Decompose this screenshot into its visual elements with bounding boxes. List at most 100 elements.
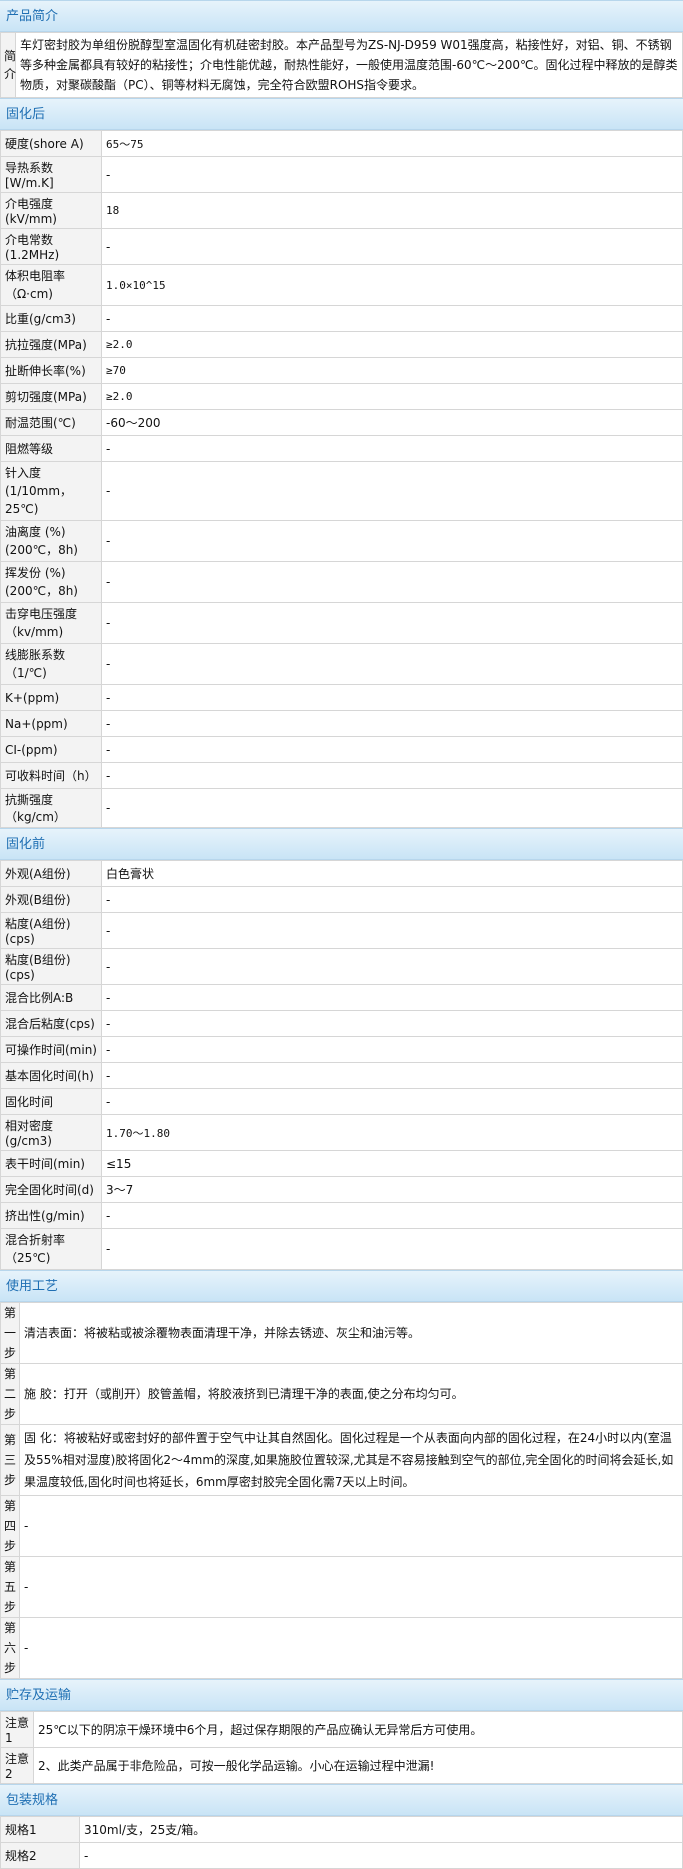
- table-row: 第五步 -: [0, 1556, 683, 1618]
- property-value: -: [101, 520, 683, 562]
- table-row: 体积电阻率（Ω·cm) 1.0×10^15: [0, 264, 683, 306]
- property-label: K+(ppm): [0, 684, 102, 711]
- property-value: 1.70～1.80: [101, 1114, 683, 1151]
- property-label: 介电强度(kV/mm): [0, 192, 102, 229]
- table-row: 第一步 清洁表面：将被粘或被涂覆物表面清理干净，并除去锈迹、灰尘和油污等。: [0, 1302, 683, 1364]
- property-value: -: [101, 736, 683, 763]
- table-row: 混合折射率（25℃) -: [0, 1228, 683, 1270]
- step-text: -: [19, 1556, 683, 1618]
- step-text: 固 化：将被粘好或密封好的部件置于空气中让其自然固化。固化过程是一个从表面向内部…: [19, 1424, 683, 1496]
- table-row: 规格1 310ml/支，25支/箱。: [0, 1816, 683, 1843]
- property-value: -60～200: [101, 409, 683, 436]
- property-value: 3～7: [101, 1176, 683, 1203]
- intro-label: 简介: [0, 32, 16, 98]
- property-value: -: [101, 1202, 683, 1229]
- table-row: 第六步 -: [0, 1617, 683, 1679]
- property-label: 完全固化时间(d): [0, 1176, 102, 1203]
- table-row: 抗拉强度(MPa) ≥2.0: [0, 331, 683, 358]
- table-row: Na+(ppm) -: [0, 710, 683, 737]
- property-value: -: [101, 461, 683, 521]
- property-value: ≥2.0: [101, 383, 683, 410]
- table-row: 粘度(B组份)(cps) -: [0, 948, 683, 985]
- intro-row: 简介 车灯密封胶为单组份脱醇型室温固化有机硅密封胶。本产品型号为ZS-NJ-D9…: [0, 32, 683, 98]
- table-row: 混合后粘度(cps) -: [0, 1010, 683, 1037]
- table-row: 固化时间 -: [0, 1088, 683, 1115]
- property-label: Na+(ppm): [0, 710, 102, 737]
- intro-text: 车灯密封胶为单组份脱醇型室温固化有机硅密封胶。本产品型号为ZS-NJ-D959 …: [15, 32, 683, 98]
- property-label: 外观(B组份): [0, 886, 102, 913]
- step-text: 施 胶：打开（或削开）胶管盖帽，将胶液挤到已清理干净的表面,使之分布均匀可。: [19, 1363, 683, 1425]
- table-row: 注意1 25℃以下的阴凉干燥环境中6个月，超过保存期限的产品应确认无异常后方可使用…: [0, 1711, 683, 1748]
- step-label: 第五步: [0, 1556, 20, 1618]
- property-label: 粘度(B组份)(cps): [0, 948, 102, 985]
- property-value: -: [101, 602, 683, 644]
- table-row: 击穿电压强度（kv/mm) -: [0, 602, 683, 644]
- property-value: -: [101, 684, 683, 711]
- property-value: -: [101, 1062, 683, 1089]
- table-row: 硬度(shore A) 65～75: [0, 130, 683, 157]
- property-label: 基本固化时间(h): [0, 1062, 102, 1089]
- step-label: 第二步: [0, 1363, 20, 1425]
- property-value: ≥70: [101, 357, 683, 384]
- property-value: -: [101, 156, 683, 193]
- property-value: -: [101, 1010, 683, 1037]
- property-value: -: [101, 912, 683, 949]
- section-header-after: 固化后: [0, 98, 683, 130]
- table-row: 可操作时间(min) -: [0, 1036, 683, 1063]
- section-header-package: 包装规格: [0, 1784, 683, 1816]
- property-label: 针入度 (1/10mm，25℃): [0, 461, 102, 521]
- table-row: K+(ppm) -: [0, 684, 683, 711]
- property-value: 18: [101, 192, 683, 229]
- property-value: ≥2.0: [101, 331, 683, 358]
- property-label: 击穿电压强度（kv/mm): [0, 602, 102, 644]
- before-cure-table: 外观(A组份) 白色膏状 外观(B组份) - 粘度(A组份)(cps) - 粘度(B组…: [0, 860, 683, 1270]
- section-header-before: 固化前: [0, 828, 683, 860]
- property-value: -: [101, 710, 683, 737]
- property-label: 相对密度(g/cm3): [0, 1114, 102, 1151]
- table-row: 抗撕强度（kg/cm） -: [0, 788, 683, 828]
- table-row: 介电常数(1.2MHz) -: [0, 228, 683, 265]
- property-label: 固化时间: [0, 1088, 102, 1115]
- section-header-process: 使用工艺: [0, 1270, 683, 1302]
- table-row: 粘度(A组份)(cps) -: [0, 912, 683, 949]
- table-row: 扯断伸长率(%) ≥70: [0, 357, 683, 384]
- table-row: CI-(ppm) -: [0, 736, 683, 763]
- table-row: 基本固化时间(h) -: [0, 1062, 683, 1089]
- property-label: CI-(ppm): [0, 736, 102, 763]
- property-label: 可收料时间（h）: [0, 762, 102, 789]
- table-row: 比重(g/cm3) -: [0, 305, 683, 332]
- property-value: 白色膏状: [101, 860, 683, 887]
- property-label: 介电常数(1.2MHz): [0, 228, 102, 265]
- step-text: -: [19, 1495, 683, 1557]
- step-label: 第四步: [0, 1495, 20, 1557]
- property-value: -: [101, 228, 683, 265]
- property-label: 挤出性(g/min): [0, 1202, 102, 1229]
- intro-table: 简介 车灯密封胶为单组份脱醇型室温固化有机硅密封胶。本产品型号为ZS-NJ-D9…: [0, 32, 683, 98]
- property-label: 抗拉强度(MPa): [0, 331, 102, 358]
- package-table: 规格1 310ml/支，25支/箱。 规格2-: [0, 1816, 683, 1869]
- note-label: 注意2: [0, 1747, 34, 1784]
- step-text: 清洁表面：将被粘或被涂覆物表面清理干净，并除去锈迹、灰尘和油污等。: [19, 1302, 683, 1364]
- property-label: 比重(g/cm3): [0, 305, 102, 332]
- property-label: 抗撕强度（kg/cm）: [0, 788, 102, 828]
- property-label: 挥发份 (%)(200℃，8h): [0, 561, 102, 603]
- table-row: 表干时间(min) ≤15: [0, 1150, 683, 1177]
- table-row: 外观(A组份) 白色膏状: [0, 860, 683, 887]
- property-label: 混合后粘度(cps): [0, 1010, 102, 1037]
- table-row: 注意2 2、此类产品属于非危险品，可按一般化学品运输。小心在运输过程中泄漏!: [0, 1747, 683, 1784]
- step-label: 第一步: [0, 1302, 20, 1364]
- spec-label: 规格2: [0, 1842, 80, 1869]
- property-label: 混合比例A:B: [0, 984, 102, 1011]
- table-row: 第二步施 胶：打开（或削开）胶管盖帽，将胶液挤到已清理干净的表面,使之分布均匀可…: [0, 1363, 683, 1425]
- table-row: 阻燃等级 -: [0, 435, 683, 462]
- property-label: 体积电阻率（Ω·cm): [0, 264, 102, 306]
- table-row: 外观(B组份) -: [0, 886, 683, 913]
- table-row: 耐温范围(℃) -60～200: [0, 409, 683, 436]
- process-table: 第一步 清洁表面：将被粘或被涂覆物表面清理干净，并除去锈迹、灰尘和油污等。 第二步…: [0, 1302, 683, 1679]
- table-row: 油离度 (%)(200℃，8h) -: [0, 520, 683, 562]
- note-text: 2、此类产品属于非危险品，可按一般化学品运输。小心在运输过程中泄漏!: [33, 1747, 683, 1784]
- step-label: 第三步: [0, 1424, 20, 1496]
- property-value: -: [101, 1228, 683, 1270]
- table-row: 混合比例A:B -: [0, 984, 683, 1011]
- property-label: 阻燃等级: [0, 435, 102, 462]
